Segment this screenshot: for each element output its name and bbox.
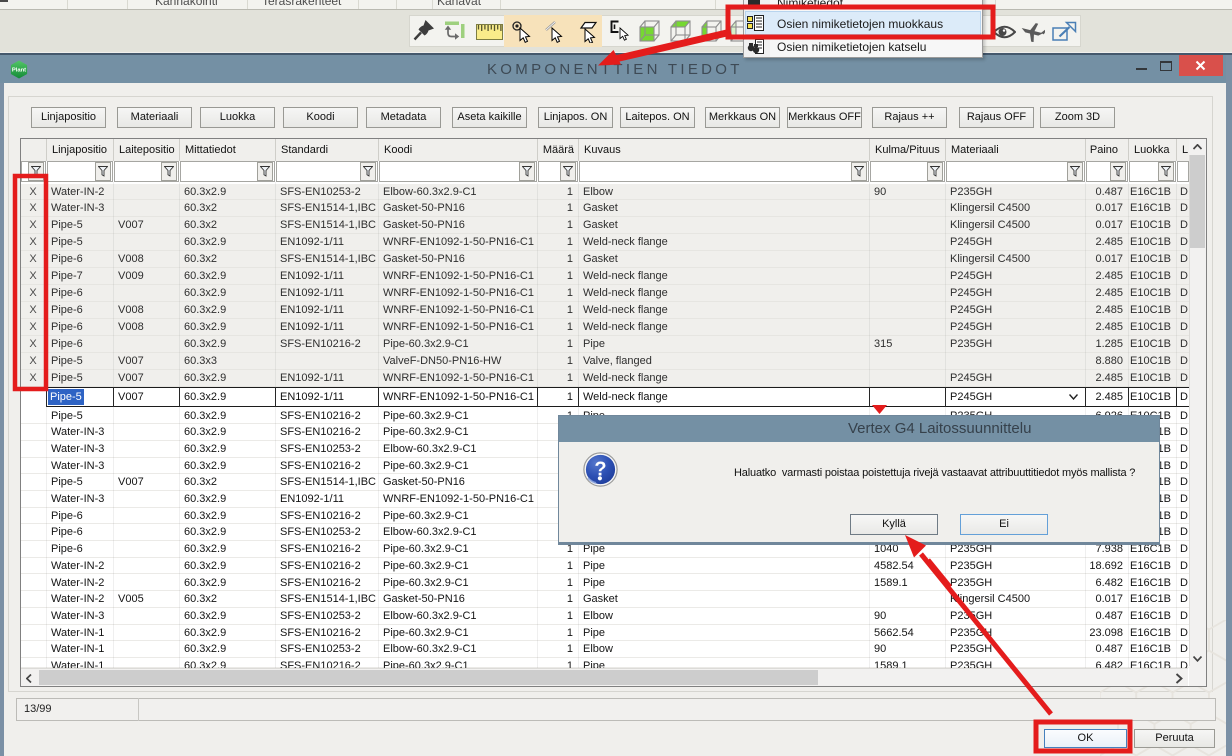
svg-text:Plant: Plant <box>12 68 26 74</box>
